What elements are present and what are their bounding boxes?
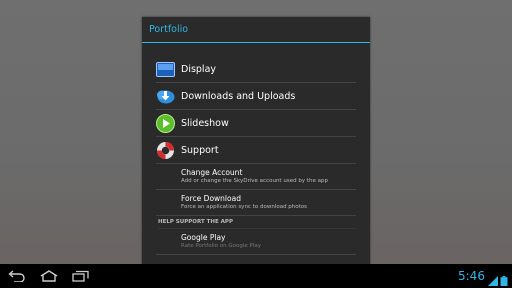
back-button[interactable] (6, 268, 28, 284)
google-play-description: Rate Portfolio on Google Play (181, 243, 261, 249)
section-header-support: HELP SUPPORT THE APP (158, 216, 356, 229)
settings-dialog: Portfolio Display Downloads and Uploads … (142, 17, 370, 264)
home-icon (40, 267, 58, 286)
lifebuoy-icon (156, 141, 175, 160)
menu-item-display[interactable]: Display (156, 56, 356, 83)
dialog-header: Portfolio (142, 17, 370, 43)
google-play-title: Google Play (181, 233, 226, 242)
status-clock: 5:46 (458, 269, 485, 283)
dialog-title: Portfolio (149, 24, 189, 35)
recent-apps-icon (72, 267, 90, 286)
back-icon (8, 267, 26, 286)
battery-icon (500, 271, 510, 286)
menu-item-label: Downloads and Uploads (181, 90, 296, 102)
home-button[interactable] (38, 268, 60, 284)
screen: Portfolio Display Downloads and Uploads … (0, 0, 512, 288)
menu-item-label: Display (181, 63, 217, 75)
menu-item-label: Support (181, 144, 219, 156)
change-account-description: Add or change the SkyDrive account used … (181, 178, 328, 184)
download-icon (156, 87, 175, 106)
change-account-title: Change Account (181, 168, 243, 177)
recent-apps-button[interactable] (70, 268, 92, 284)
menu-item-slideshow[interactable]: Slideshow (156, 110, 356, 137)
play-icon (156, 113, 175, 133)
menu-item-force-download[interactable]: Force Download Force an application sync… (156, 190, 356, 216)
menu-item-support[interactable]: Support (156, 137, 356, 164)
menu-item-label: Slideshow (181, 117, 229, 129)
force-download-description: Force an application sync to download ph… (181, 204, 308, 210)
menu-item-google-play[interactable]: Google Play Rate Portfolio on Google Pla… (156, 229, 356, 255)
menu-item-downloads-uploads[interactable]: Downloads and Uploads (156, 83, 356, 110)
force-download-title: Force Download (181, 194, 241, 203)
wifi-icon (488, 271, 498, 286)
menu-item-change-account[interactable]: Change Account Add or change the SkyDriv… (156, 164, 356, 190)
dialog-body: Display Downloads and Uploads Slideshow … (142, 43, 370, 255)
display-icon (156, 60, 175, 79)
system-navigation-bar (0, 264, 512, 288)
